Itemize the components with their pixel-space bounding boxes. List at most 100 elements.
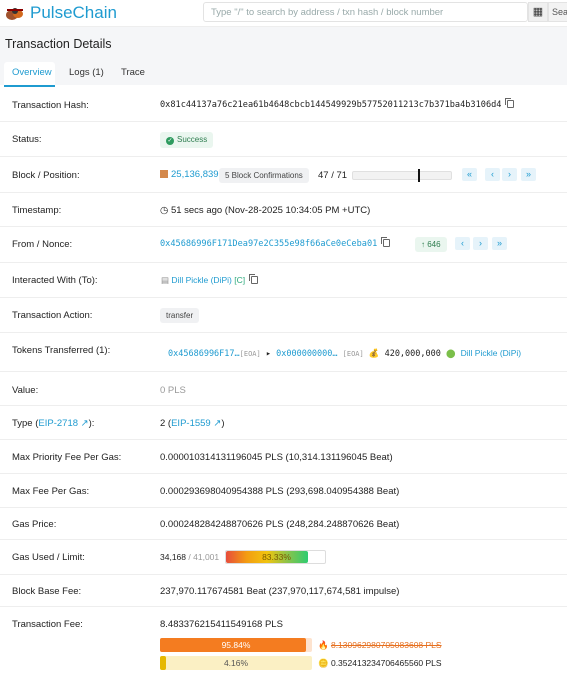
tab-bar: Overview Logs (1) Trace	[0, 62, 567, 87]
hash-value: 0x81c44137a76c21ea61b4648cbcb144549929b5…	[160, 98, 515, 110]
qr-code-icon[interactable]: ▦	[528, 2, 548, 22]
pulsechain-logo-icon[interactable]	[5, 4, 25, 22]
tab-logs[interactable]: Logs (1)	[69, 62, 104, 87]
token-to-link[interactable]: 0x000000000…	[276, 349, 337, 359]
row-fee: Transaction Fee: 8.483376215411549168 PL…	[0, 607, 567, 680]
token-to-tag: [EOA]	[342, 350, 364, 358]
base-fee-value: 237,970.117674581 Beat (237,970,117,674,…	[160, 586, 400, 597]
contract-verified-badge: [C]	[234, 275, 246, 285]
tab-trace[interactable]: Trace	[121, 62, 145, 87]
type-value: 2 (EIP-1559 ↗)	[160, 418, 225, 429]
tip-percent: 4.16%	[223, 658, 249, 668]
row-interacted: Interacted With (To): ▤ Dill Pickle (DiP…	[0, 263, 567, 298]
gas-used-value: 34,168 / 41,001	[160, 552, 220, 562]
action-badge: transfer	[160, 308, 200, 323]
status-text: Success	[177, 135, 208, 144]
brand-name[interactable]: PulseChain	[30, 3, 117, 23]
status-label: Status:	[12, 134, 42, 145]
row-block: Block / Position: 25,136,839 5 Block Con…	[0, 157, 567, 193]
eip-2718-link[interactable]: EIP-2718	[38, 418, 78, 429]
burnt-percent: 95.84%	[221, 640, 251, 650]
token-icon: ⬤	[446, 349, 456, 359]
max-fee-label: Max Fee Per Gas:	[12, 486, 90, 497]
row-max-fee: Max Fee Per Gas: 0.000293698040954388 PL…	[0, 474, 567, 508]
contract-name-link[interactable]: Dill Pickle (DiPi)	[171, 275, 231, 285]
hash-label: Transaction Hash:	[12, 100, 89, 111]
hash-text: 0x81c44137a76c21ea61b4648cbcb144549929b5…	[160, 100, 502, 110]
position-value: 47 / 71	[318, 170, 348, 181]
block-value: 25,136,839	[160, 169, 219, 180]
prev-position-button[interactable]: ‹	[485, 168, 500, 181]
page-title: Transaction Details	[5, 37, 112, 51]
max-priority-value: 0.000010314131196045 PLS (10,314.1311960…	[160, 452, 393, 463]
token-from-link[interactable]: 0x45686996F17…	[168, 349, 240, 359]
gas-used-label: Gas Used / Limit:	[12, 552, 85, 563]
max-priority-label: Max Priority Fee Per Gas:	[12, 452, 122, 463]
timestamp-label: Timestamp:	[12, 205, 62, 216]
next-position-button[interactable]: ›	[502, 168, 517, 181]
value-amount: 0 PLS	[160, 385, 186, 396]
arrow-up-icon: ↑	[421, 240, 425, 249]
fire-icon: 🔥	[318, 640, 329, 650]
tip-fee-info: 🪙 0.352413234706465560 PLS	[318, 658, 442, 669]
type-label-prefix: Type (	[12, 418, 39, 429]
action-label: Transaction Action:	[12, 310, 93, 321]
base-fee-label: Block Base Fee:	[12, 586, 82, 597]
block-label: Block / Position:	[12, 170, 80, 181]
max-fee-value: 0.000293698040954388 PLS (293,698.040954…	[160, 486, 400, 497]
token-transfer: 0x45686996F17…[EOA] ▸ 0x000000000… [EOA]…	[168, 348, 521, 359]
fee-value: 8.483376215411549168 PLS	[160, 619, 283, 630]
row-base-fee: Block Base Fee: 237,970.117674581 Beat (…	[0, 575, 567, 607]
nonce-badge: ↑ 646	[415, 237, 447, 252]
next-nonce-button[interactable]: ›	[473, 237, 488, 250]
row-status: Status: ✓ Success	[0, 122, 567, 157]
tip-fee-value: 0.352413234706465560 PLS	[330, 658, 442, 668]
from-address-link[interactable]: 0x45686996F171Dea97e2C355e98f66aCe0eCeba…	[160, 239, 377, 249]
check-circle-icon: ✓	[166, 137, 174, 145]
burnt-fee-info: 🔥 8.130962980705083608 PLS	[318, 640, 442, 651]
copy-icon[interactable]	[381, 237, 391, 247]
from-label: From / Nonce:	[12, 239, 73, 250]
last-position-button[interactable]: »	[521, 168, 536, 181]
row-timestamp: Timestamp: ◷ 51 secs ago (Nov-28-2025 10…	[0, 193, 567, 227]
row-gas-used: Gas Used / Limit: 34,168 / 41,001 83.33%	[0, 540, 567, 575]
cube-icon	[160, 170, 168, 178]
from-value: 0x45686996F171Dea97e2C355e98f66aCe0eCeba…	[160, 237, 391, 249]
external-link-icon[interactable]: ↗	[211, 418, 221, 429]
gas-price-label: Gas Price:	[12, 519, 57, 530]
last-nonce-button[interactable]: »	[492, 237, 507, 250]
gas-price-value: 0.000248284248870626 PLS (248,284.248870…	[160, 519, 400, 530]
interacted-label: Interacted With (To):	[12, 275, 98, 286]
contract-file-icon: ▤	[161, 275, 170, 285]
status-badge: ✓ Success	[160, 132, 214, 148]
copy-icon[interactable]	[249, 274, 259, 284]
search-button[interactable]: Sea	[548, 2, 567, 22]
timestamp-text: 51 secs ago (Nov-28-2025 10:34:05 PM +UT…	[170, 205, 371, 216]
interacted-value: ▤ Dill Pickle (DiPi) [C]	[161, 274, 259, 286]
external-link-icon[interactable]: ↗	[78, 418, 89, 429]
row-action: Transaction Action: transfer	[0, 298, 567, 333]
gas-usage-percent: 83.33%	[262, 552, 291, 562]
first-position-button[interactable]: «	[462, 168, 477, 181]
type-label-suffix: ):	[88, 418, 95, 429]
gas-limit-number: 41,001	[193, 552, 220, 562]
row-type: Type (EIP-2718 ↗): 2 (EIP-1559 ↗)	[0, 406, 567, 440]
token-name-link[interactable]: Dill Pickle (DiPi)	[461, 348, 521, 358]
arrow-right-icon: ▸	[265, 349, 271, 359]
type-value-prefix: 2 (	[160, 418, 172, 429]
tab-overview[interactable]: Overview	[4, 62, 55, 87]
position-marker	[418, 169, 420, 182]
prev-nonce-button[interactable]: ‹	[455, 237, 470, 250]
coins-icon: 🪙	[318, 658, 329, 668]
top-bar: PulseChain Type "/" to search by address…	[0, 0, 567, 27]
clock-icon: ◷	[160, 205, 169, 216]
timestamp-value: ◷ 51 secs ago (Nov-28-2025 10:34:05 PM +…	[160, 205, 370, 216]
row-value: Value: 0 PLS	[0, 372, 567, 406]
copy-icon[interactable]	[505, 98, 515, 108]
nonce-value: 646	[427, 240, 441, 249]
row-max-priority: Max Priority Fee Per Gas: 0.000010314131…	[0, 440, 567, 474]
eip-1559-link[interactable]: EIP-1559	[171, 418, 211, 429]
block-number-link[interactable]: 25,136,839	[171, 169, 219, 180]
search-input[interactable]: Type "/" to search by address / txn hash…	[203, 2, 528, 22]
token-from-tag: [EOA]	[239, 350, 261, 358]
